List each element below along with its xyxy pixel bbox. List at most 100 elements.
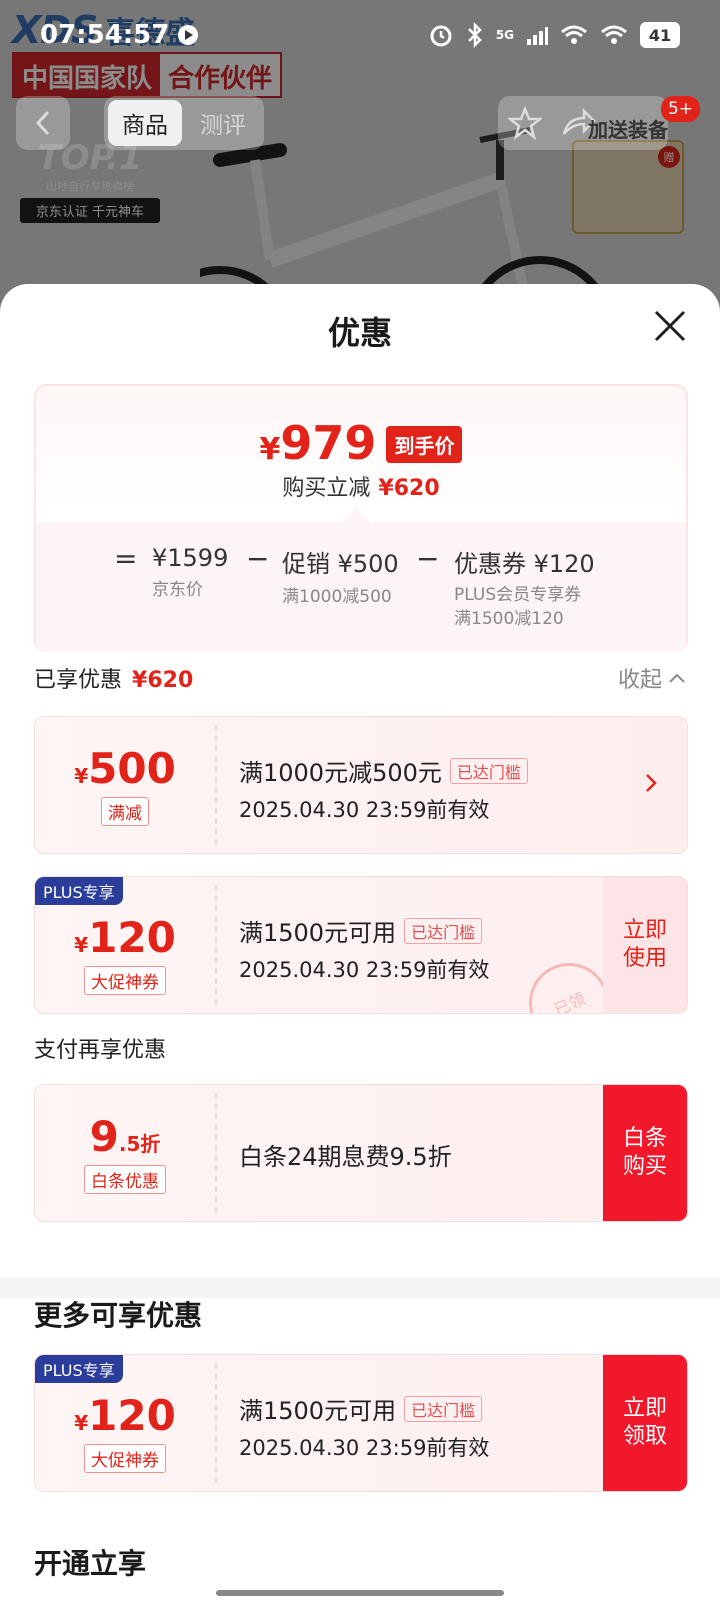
coupon-card-plus-more[interactable]: PLUS专享 ¥120 大促神券 满1500元可用 已达门槛 2025.04.3…	[34, 1354, 688, 1492]
status-icons: 5G 41	[428, 22, 680, 48]
currency-symbol: ¥	[259, 432, 281, 467]
chevron-up-icon	[669, 673, 685, 683]
signal-icon	[527, 27, 548, 45]
coupon-amount-value: 120	[88, 913, 176, 962]
baitiao-buy-button[interactable]: 白条 购买	[603, 1085, 687, 1221]
price-summary: ¥979 到手价 购买立减 ¥620 = ¥1599 京东价 − 促销 ¥500 …	[34, 384, 688, 652]
tab-product[interactable]: 商品	[108, 100, 182, 146]
coupon-divider	[215, 885, 217, 1005]
payment-type-label: 白条优惠	[84, 1165, 166, 1194]
payment-value-block: 9.5折 白条优惠	[35, 1085, 215, 1221]
back-button[interactable]	[16, 96, 70, 150]
coupon-title-row: 满1500元可用 已达门槛	[239, 913, 587, 948]
media-play-icon	[178, 25, 199, 45]
clock: 07:54:57	[40, 20, 170, 50]
battery-indicator: 41	[640, 22, 680, 48]
base-price-label: 京东价	[152, 580, 203, 600]
equals-sign: =	[114, 542, 138, 575]
payment-discount: 9.5折	[90, 1112, 161, 1161]
enjoyed-amount: ¥620	[132, 668, 194, 693]
coupon-title-row: 满1000元减500元 已达门槛	[239, 753, 587, 788]
coupon-amount-value: 120	[88, 1391, 176, 1440]
payment-title: 白条24期息费9.5折	[239, 1143, 452, 1171]
star-icon[interactable]	[508, 106, 542, 140]
bluetooth-icon	[467, 22, 482, 48]
collapse-label: 收起	[617, 668, 662, 693]
status-time: 07:54:57	[40, 20, 199, 50]
coupon-block: 优惠券 ¥120 PLUS会员专享券 满1500减120	[454, 544, 595, 631]
payment-details: 白条24期息费9.5折	[239, 1137, 587, 1172]
promo-block: 促销 ¥500 满1000减500	[282, 544, 399, 609]
coupon-expiry: 2025.04.30 23:59前有效	[239, 1436, 490, 1460]
breakdown-notch	[341, 507, 371, 537]
coupon-label-1: PLUS会员专享券	[454, 585, 582, 605]
coupon-amount: ¥120	[74, 1391, 176, 1440]
coupon-status-badge: 已达门槛	[449, 757, 528, 784]
coupon-card-plus[interactable]: PLUS专享 ¥120 大促神券 满1500元可用 已达门槛 2025.04.3…	[34, 876, 688, 1014]
coupon-value-block: ¥500 满减	[35, 717, 215, 853]
coupon-title: 满1000元减500元	[239, 759, 442, 787]
enjoyed-section-header: 已享优惠 ¥620 收起	[34, 662, 686, 694]
claim-now-button[interactable]: 立即 领取	[603, 1355, 687, 1491]
minus-sign-1: −	[246, 542, 270, 575]
coupon-amount-value: 500	[88, 744, 176, 793]
coupon-label-2: 满1500减120	[454, 609, 564, 629]
coupon-status-badge: 已达门槛	[404, 917, 483, 944]
chevron-left-icon	[35, 110, 50, 136]
discount-value: 9	[89, 1112, 119, 1161]
coupon-value: 优惠券 ¥120	[454, 550, 595, 578]
coupon-details: 满1000元减500元 已达门槛 2025.04.30 23:59前有效	[239, 753, 587, 824]
coupon-title: 满1500元可用	[239, 1397, 397, 1425]
final-price: ¥979	[260, 416, 377, 470]
savings-row: 购买立减 ¥620	[36, 470, 686, 502]
coupon-title-row: 满1500元可用 已达门槛	[239, 1391, 587, 1426]
alarm-icon	[430, 25, 452, 47]
enjoyed-title: 已享优惠	[34, 668, 123, 693]
currency-symbol: ¥	[74, 933, 89, 957]
base-price-block: ¥1599 京东价	[152, 544, 228, 602]
gift-promo-text: 加送装备	[588, 118, 668, 142]
enjoyed-label: 已享优惠 ¥620	[34, 662, 193, 694]
coupon-expiry: 2025.04.30 23:59前有效	[239, 798, 490, 822]
payment-section-header: 支付再享优惠	[34, 1032, 686, 1064]
coupon-divider	[215, 725, 217, 845]
status-bar: 07:54:57 5G 41	[0, 0, 720, 80]
coupon-value-block: ¥120 大促神券	[35, 877, 215, 1013]
coupon-title: 满1500元可用	[239, 919, 397, 947]
minus-sign-2: −	[416, 542, 440, 575]
final-price-tag: 到手价	[386, 426, 463, 463]
final-price-row: ¥979 到手价	[36, 416, 686, 470]
payment-offer-card[interactable]: 9.5折 白条优惠 白条24期息费9.5折 白条 购买	[34, 1084, 688, 1222]
base-price: ¥1599	[152, 544, 229, 572]
product-tabs: 商品 测评	[104, 96, 264, 150]
discount-sheet: 优惠 ¥979 到手价 购买立减 ¥620 = ¥1599 京东价 − 促销 ¥5…	[0, 284, 720, 1600]
promo-label: 满1000减500	[282, 587, 392, 607]
price-breakdown: = ¥1599 京东价 − 促销 ¥500 满1000减500 − 优惠券 ¥1…	[36, 507, 686, 652]
currency-symbol: ¥	[74, 764, 89, 788]
coupon-value-block: ¥120 大促神券	[35, 1355, 215, 1491]
coupon-details: 满1500元可用 已达门槛 2025.04.30 23:59前有效	[239, 1391, 587, 1462]
message-count-badge: 5+	[660, 96, 700, 122]
sheet-title: 优惠	[327, 314, 392, 352]
close-icon	[654, 310, 686, 342]
discount-unit: .5折	[118, 1132, 161, 1156]
tab-review[interactable]: 测评	[186, 100, 260, 146]
coupon-type-label: 满减	[101, 797, 149, 826]
use-now-button[interactable]: 立即 使用	[603, 877, 687, 1013]
coupon-amount: ¥120	[74, 913, 176, 962]
more-offers-heading: 更多可享优惠	[34, 1299, 203, 1332]
currency-symbol: ¥	[74, 1411, 89, 1435]
coupon-type-label: 大促神券	[84, 966, 166, 995]
close-button[interactable]	[650, 306, 690, 346]
collapse-toggle[interactable]: 收起	[618, 662, 686, 694]
network-type: 5G	[495, 28, 514, 42]
savings-label: 购买立减	[282, 476, 371, 501]
coupon-status-badge: 已达门槛	[404, 1395, 483, 1422]
payment-heading: 支付再享优惠	[34, 1038, 167, 1063]
home-indicator[interactable]	[216, 1590, 504, 1596]
wifi-icon-2	[601, 25, 627, 44]
chevron-right-icon[interactable]	[639, 771, 663, 795]
coupon-details: 满1500元可用 已达门槛 2025.04.30 23:59前有效	[239, 913, 587, 984]
coupon-card[interactable]: ¥500 满减 满1000元减500元 已达门槛 2025.04.30 23:5…	[34, 716, 688, 854]
wifi-icon	[561, 25, 587, 44]
